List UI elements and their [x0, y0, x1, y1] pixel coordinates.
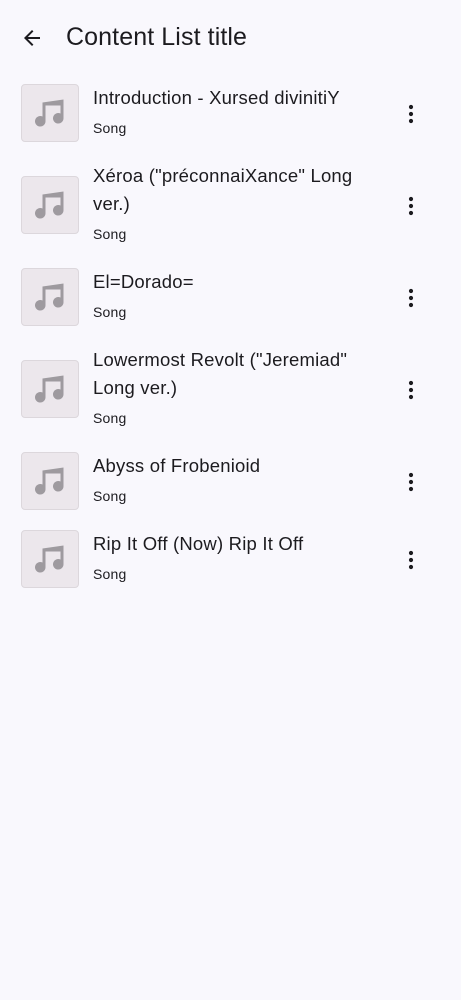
music-note-icon	[35, 283, 64, 311]
music-note-icon	[35, 545, 64, 573]
song-thumbnail	[21, 176, 79, 234]
item-text: Xéroa ("préconnaiXance" Long ver.) Song	[93, 162, 378, 243]
music-note-icon	[35, 191, 64, 219]
list-item[interactable]: Xéroa ("préconnaiXance" Long ver.) Song	[0, 154, 461, 260]
more-options-button[interactable]	[396, 545, 426, 575]
more-vert-icon	[408, 196, 414, 216]
song-thumbnail	[21, 268, 79, 326]
more-options-button[interactable]	[396, 375, 426, 405]
music-note-icon	[35, 99, 64, 127]
item-text: Introduction - Xursed divinitiY Song	[93, 84, 378, 137]
item-subtitle: Song	[93, 226, 127, 242]
music-note-icon	[35, 375, 64, 403]
song-thumbnail	[21, 84, 79, 142]
item-subtitle: Song	[93, 120, 127, 136]
more-vert-icon	[408, 288, 414, 308]
list-item[interactable]: El=Dorado= Song	[0, 260, 461, 338]
item-title: El=Dorado=	[93, 271, 194, 292]
item-subtitle: Song	[93, 304, 127, 320]
item-text: Lowermost Revolt ("Jeremiad" Long ver.) …	[93, 346, 378, 427]
more-vert-icon	[408, 380, 414, 400]
item-title: Rip It Off (Now) Rip It Off	[93, 533, 304, 554]
more-options-button[interactable]	[396, 467, 426, 497]
song-thumbnail	[21, 360, 79, 418]
list-item[interactable]: Abyss of Frobenioid Song	[0, 444, 461, 522]
page-title: Content List title	[66, 23, 248, 51]
music-note-icon	[35, 467, 64, 495]
arrow-back-icon	[24, 30, 40, 46]
more-options-button[interactable]	[396, 99, 426, 129]
top-app-bar: Content List title	[0, 0, 461, 76]
item-subtitle: Song	[93, 488, 127, 504]
item-title: Introduction - Xursed divinitiY	[93, 87, 340, 108]
more-options-button[interactable]	[396, 283, 426, 313]
item-title: Xéroa ("préconnaiXance" Long ver.)	[93, 165, 353, 214]
song-thumbnail	[21, 530, 79, 588]
item-text: Rip It Off (Now) Rip It Off Song	[93, 530, 378, 583]
more-vert-icon	[408, 550, 414, 570]
item-text: El=Dorado= Song	[93, 268, 378, 321]
list-item[interactable]: Rip It Off (Now) Rip It Off Song	[0, 522, 461, 600]
item-title: Lowermost Revolt ("Jeremiad" Long ver.)	[93, 349, 348, 398]
item-subtitle: Song	[93, 410, 127, 426]
more-vert-icon	[408, 472, 414, 492]
back-button[interactable]	[16, 22, 48, 54]
list-item[interactable]: Introduction - Xursed divinitiY Song	[0, 76, 461, 154]
item-title: Abyss of Frobenioid	[93, 455, 261, 476]
list-item[interactable]: Lowermost Revolt ("Jeremiad" Long ver.) …	[0, 338, 461, 444]
item-text: Abyss of Frobenioid Song	[93, 452, 378, 505]
more-options-button[interactable]	[396, 191, 426, 221]
song-thumbnail	[21, 452, 79, 510]
more-vert-icon	[408, 104, 414, 124]
content-list: Introduction - Xursed divinitiY Song Xér…	[0, 76, 461, 600]
item-subtitle: Song	[93, 566, 127, 582]
